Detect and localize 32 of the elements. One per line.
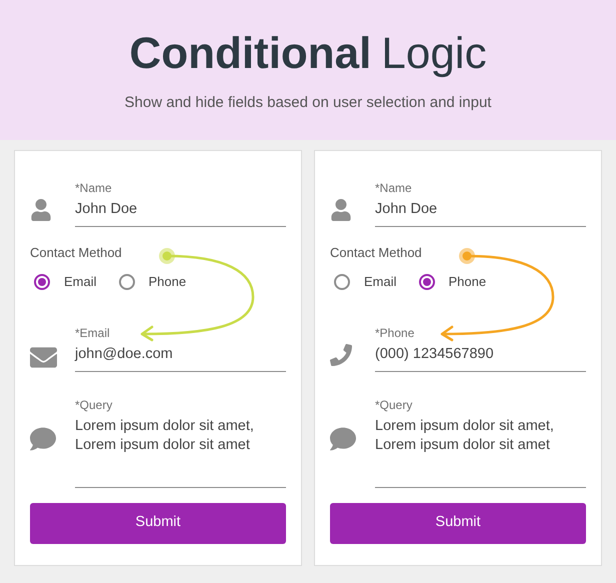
- title-light: Logic: [381, 28, 487, 80]
- input-field[interactable]: john@doe.com: [75, 340, 286, 372]
- radio-label: Email: [364, 273, 397, 291]
- query-field[interactable]: Lorem ipsum dolor sit amet, Lorem ipsum dolor sit amet: [375, 412, 586, 488]
- radio-label: Phone: [448, 273, 486, 291]
- field-label: *Email: [75, 326, 111, 340]
- radio-button[interactable]: [418, 274, 435, 290]
- radio-button[interactable]: [118, 274, 135, 290]
- input-field[interactable]: John Doe: [375, 195, 586, 227]
- input-field[interactable]: John Doe: [75, 195, 286, 227]
- radio-button[interactable]: [34, 274, 50, 290]
- contact-method-label: Contact Method: [30, 245, 123, 261]
- person-icon: [30, 199, 52, 221]
- field-label: *Phone: [375, 326, 416, 340]
- person-icon: [330, 199, 352, 221]
- radio-button[interactable]: [334, 274, 350, 290]
- contact-method-label: Contact Method: [330, 245, 423, 261]
- phone-icon: [330, 344, 352, 366]
- radio-label: Email: [64, 273, 97, 291]
- speech-bubble-icon: [30, 426, 56, 452]
- speech-bubble-icon: [330, 426, 356, 452]
- submit-button[interactable]: Submit: [330, 502, 586, 544]
- field-label: *Name: [75, 181, 113, 195]
- subtitle: Show and hide fields based on user selection and input: [124, 93, 492, 113]
- radio-label: Phone: [148, 273, 186, 291]
- field-label: *Query: [375, 398, 414, 412]
- submit-button[interactable]: Submit: [30, 502, 286, 544]
- query-field[interactable]: Lorem ipsum dolor sit amet, Lorem ipsum dolor sit amet: [75, 412, 286, 488]
- input-field[interactable]: (000) 1234567890: [375, 340, 586, 372]
- field-label: *Name: [375, 181, 413, 195]
- field-label: *Query: [75, 398, 114, 412]
- title-bold: Conditional: [129, 28, 372, 80]
